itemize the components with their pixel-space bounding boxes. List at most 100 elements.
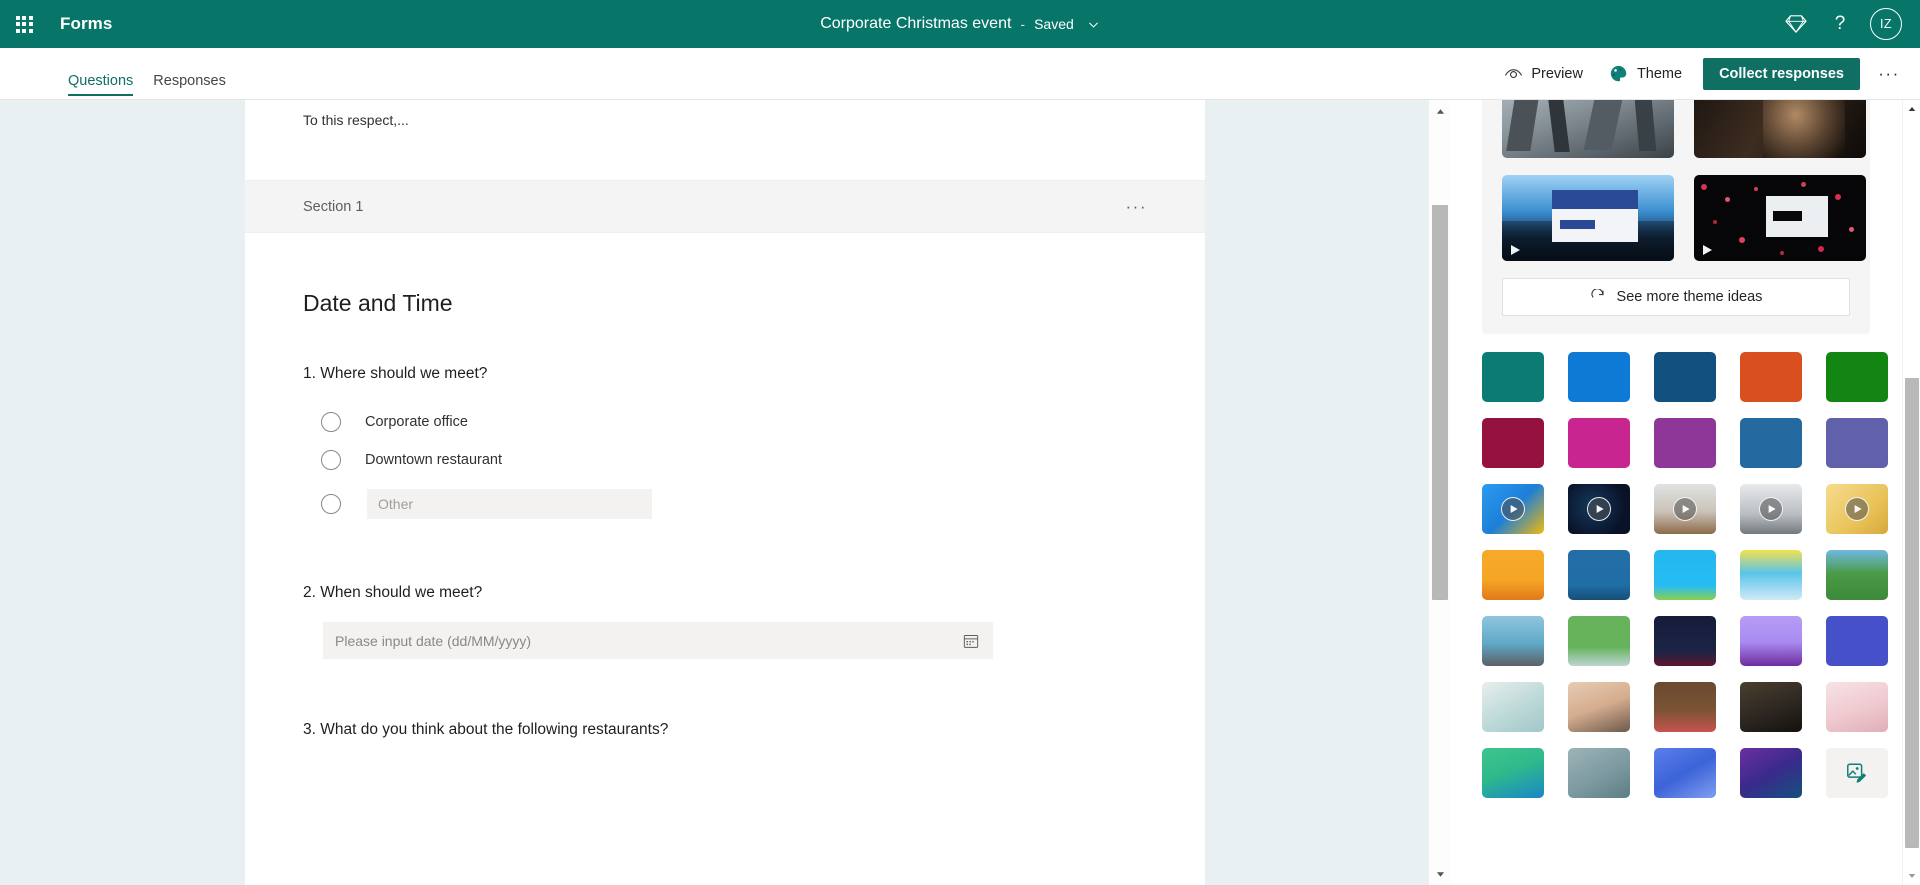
theme-illus-night-dark[interactable] <box>1654 616 1716 666</box>
theme-illus-sky-cloud[interactable] <box>1654 550 1716 600</box>
theme-panel-scrollbar[interactable] <box>1902 100 1920 885</box>
caret-down-icon[interactable] <box>1429 863 1451 885</box>
form-scrollbar-thumb[interactable] <box>1432 205 1448 600</box>
theme-green[interactable] <box>1826 352 1888 402</box>
theme-steel-blue[interactable] <box>1740 418 1802 468</box>
avatar[interactable]: IZ <box>1870 8 1902 40</box>
theme-grad-slate[interactable] <box>1568 748 1630 798</box>
eye-icon <box>1504 67 1523 81</box>
theme-video-yellow-desk[interactable] <box>1826 484 1888 534</box>
questions-body: Date and Time 1. Where should we meet? C… <box>245 233 1205 739</box>
choice-label: Downtown restaurant <box>365 452 502 468</box>
theme-maroon[interactable] <box>1482 418 1544 468</box>
more-options-button[interactable]: ··· <box>1872 57 1906 91</box>
section-header[interactable]: Section 1 ··· <box>245 180 1205 233</box>
theme-illus-orange-golf[interactable] <box>1482 550 1544 600</box>
chevron-down-icon[interactable] <box>1087 18 1100 31</box>
tab-list: Questions Responses <box>60 48 234 100</box>
theme-ideas-card: See more theme ideas <box>1482 100 1870 334</box>
radio-icon[interactable] <box>321 412 341 432</box>
theme-grad-green-blue[interactable] <box>1482 748 1544 798</box>
calendar-icon[interactable] <box>963 633 979 649</box>
app-bar: Forms Corporate Christmas event - Saved … <box>0 0 1920 48</box>
theme-video-neon-dark[interactable] <box>1568 484 1630 534</box>
caret-up-icon[interactable] <box>1429 100 1451 122</box>
theme-teal[interactable] <box>1482 352 1544 402</box>
help-icon[interactable]: ? <box>1820 4 1860 44</box>
theme-illus-green-board[interactable] <box>1568 616 1630 666</box>
save-state-label: Saved <box>1034 16 1074 32</box>
theme-photo-pink-floral[interactable] <box>1826 682 1888 732</box>
question-2[interactable]: 2. When should we meet? Please input dat… <box>303 522 1147 659</box>
collect-responses-button[interactable]: Collect responses <box>1703 58 1860 90</box>
theme-idea-3[interactable] <box>1502 175 1674 261</box>
caret-down-icon[interactable] <box>1903 867 1920 885</box>
theme-illus-blue-cards[interactable] <box>1826 616 1888 666</box>
theme-video-office-bw[interactable] <box>1740 484 1802 534</box>
play-icon <box>1703 245 1712 255</box>
tab-responses[interactable]: Responses <box>145 73 234 100</box>
theme-photo-dark-desk[interactable] <box>1740 682 1802 732</box>
other-option-input[interactable]: Other <box>367 489 652 519</box>
customized-theme-button[interactable] <box>1826 748 1888 798</box>
choice-label: Corporate office <box>365 414 468 430</box>
question-2-title: 2. When should we meet? <box>303 584 1147 602</box>
date-input[interactable]: Please input date (dd/MM/yyyy) <box>323 622 993 659</box>
app-launcher-icon[interactable] <box>0 0 48 48</box>
theme-photo-warm-desk[interactable] <box>1568 682 1630 732</box>
theme-ideas-row-2 <box>1502 175 1850 261</box>
theme-idea-4[interactable] <box>1694 175 1866 261</box>
caret-up-icon[interactable] <box>1903 100 1920 118</box>
theme-idea-2[interactable] <box>1694 100 1866 158</box>
theme-purple[interactable] <box>1654 418 1716 468</box>
choice-row[interactable]: Corporate office <box>321 403 1147 440</box>
radio-icon[interactable] <box>321 494 341 514</box>
question-1-choices: Corporate office Downtown restaurant Oth… <box>303 403 1147 522</box>
theme-illus-ski-slope[interactable] <box>1740 550 1802 600</box>
theme-photo-mint-desk[interactable] <box>1482 682 1544 732</box>
page-title: Date and Time <box>303 233 1147 317</box>
theme-illus-blue-city[interactable] <box>1568 550 1630 600</box>
form-card: To this respect,... Section 1 ··· Date a… <box>245 100 1205 885</box>
theme-button[interactable]: Theme <box>1598 58 1693 90</box>
question-3[interactable]: 3. What do you think about the following… <box>303 659 1147 739</box>
section-more-button[interactable]: ··· <box>1126 197 1147 217</box>
app-brand-label[interactable]: Forms <box>60 14 112 34</box>
tab-questions[interactable]: Questions <box>60 73 141 100</box>
theme-illus-green-park[interactable] <box>1826 550 1888 600</box>
see-more-theme-ideas-button[interactable]: See more theme ideas <box>1502 278 1850 316</box>
theme-video-room[interactable] <box>1654 484 1716 534</box>
command-bar: Questions Responses Preview The <box>0 48 1920 100</box>
form-canvas: To this respect,... Section 1 ··· Date a… <box>0 100 1450 885</box>
question-2-number: 2. <box>303 584 316 601</box>
theme-navy[interactable] <box>1654 352 1716 402</box>
preview-button[interactable]: Preview <box>1493 60 1594 88</box>
image-edit-icon <box>1845 761 1869 785</box>
theme-photo-pencils[interactable] <box>1654 682 1716 732</box>
spacer <box>245 128 1205 180</box>
form-scrollbar[interactable] <box>1428 100 1450 885</box>
theme-label: Theme <box>1637 66 1682 82</box>
choice-row-other[interactable]: Other <box>321 485 1147 522</box>
theme-swatch-grid <box>1482 352 1870 798</box>
theme-idea-1[interactable] <box>1502 100 1674 158</box>
theme-panel: See more theme ideas <box>1450 100 1902 885</box>
app-bar-actions: ? IZ <box>1776 0 1920 48</box>
diamond-icon[interactable] <box>1776 4 1816 44</box>
theme-illus-city-street[interactable] <box>1482 616 1544 666</box>
question-1-number: 1. <box>303 365 316 382</box>
form-title[interactable]: Corporate Christmas event <box>820 15 1011 33</box>
theme-grad-purple-blue[interactable] <box>1740 748 1802 798</box>
theme-indigo[interactable] <box>1826 418 1888 468</box>
theme-grad-blue-wave[interactable] <box>1654 748 1716 798</box>
document-title-area: Corporate Christmas event - Saved <box>0 0 1920 48</box>
theme-magenta[interactable] <box>1568 418 1630 468</box>
theme-illus-violet[interactable] <box>1740 616 1802 666</box>
question-1[interactable]: 1. Where should we meet? Corporate offic… <box>303 317 1147 522</box>
theme-azure[interactable] <box>1568 352 1630 402</box>
radio-icon[interactable] <box>321 450 341 470</box>
choice-row[interactable]: Downtown restaurant <box>321 441 1147 478</box>
theme-orange[interactable] <box>1740 352 1802 402</box>
theme-panel-scrollbar-thumb[interactable] <box>1905 378 1919 848</box>
theme-video-blue-shapes[interactable] <box>1482 484 1544 534</box>
